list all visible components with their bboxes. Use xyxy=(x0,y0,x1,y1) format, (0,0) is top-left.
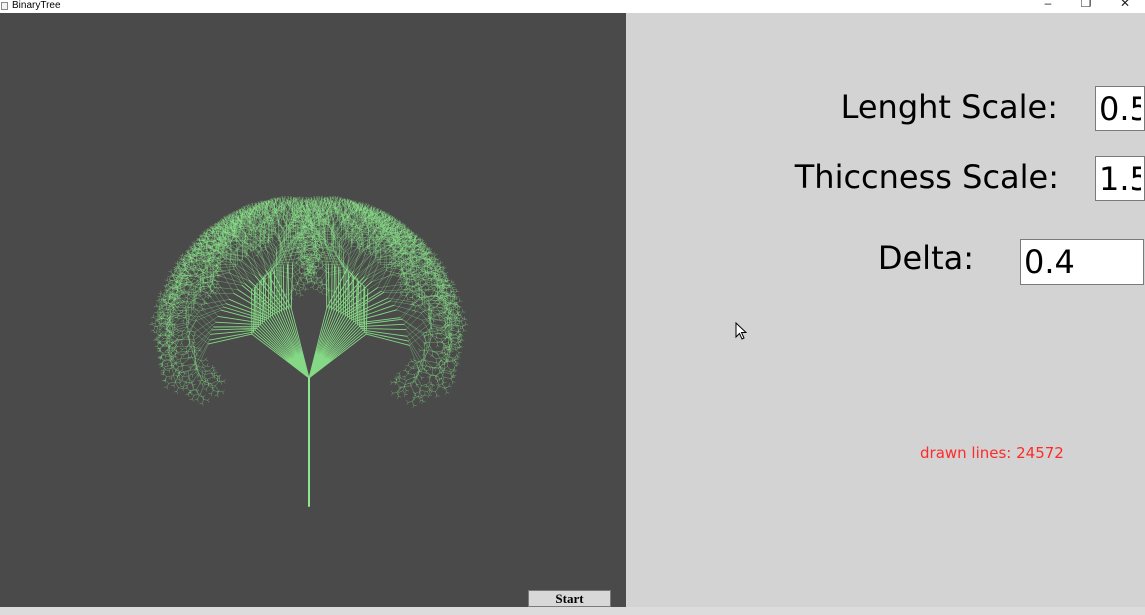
tree-branches xyxy=(252,308,366,378)
bottom-strip xyxy=(0,607,1145,615)
length-scale-label: Lenght Scale: xyxy=(841,88,1058,126)
close-button[interactable]: ✕ xyxy=(1110,0,1140,11)
start-button[interactable]: Start xyxy=(528,590,611,607)
mouse-pointer-icon xyxy=(735,322,749,342)
drawing-canvas[interactable] xyxy=(0,13,626,607)
title-bar: BinaryTree – ❐ ✕ xyxy=(0,0,1145,13)
restore-button[interactable]: ❐ xyxy=(1071,0,1101,11)
length-scale-input[interactable] xyxy=(1095,86,1145,131)
app-icon xyxy=(1,2,8,10)
window-title: BinaryTree xyxy=(12,0,61,11)
fractal-tree xyxy=(0,13,626,607)
delta-label: Delta: xyxy=(878,239,974,277)
delta-input[interactable] xyxy=(1020,239,1144,285)
drawn-lines-status: drawn lines: 24572 xyxy=(920,444,1064,462)
thickness-scale-label: Thiccness Scale: xyxy=(795,158,1059,196)
minimize-button[interactable]: – xyxy=(1033,0,1063,11)
thickness-scale-input[interactable] xyxy=(1095,156,1145,201)
